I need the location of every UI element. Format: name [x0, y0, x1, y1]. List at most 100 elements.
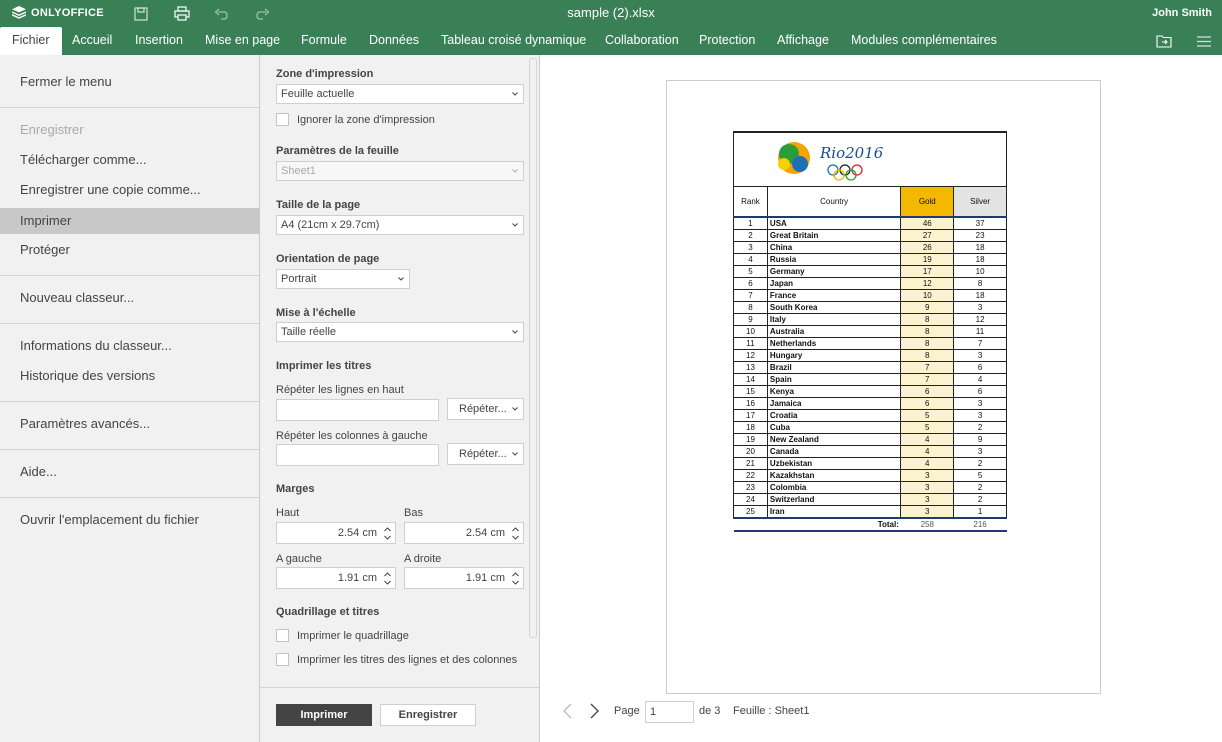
- rank-cell: 4: [733, 253, 768, 266]
- rank-cell: 3: [733, 241, 768, 254]
- hamburger-menu-icon[interactable]: [1195, 33, 1213, 49]
- rank-cell: 12: [733, 349, 768, 362]
- margin-left-spinner[interactable]: 1.91 cm: [276, 567, 396, 589]
- gold-cell: 4: [900, 457, 955, 470]
- logo-row: Rio2016: [733, 131, 1007, 187]
- tab-formula[interactable]: Formule: [289, 27, 359, 55]
- country-cell: South Korea: [766, 301, 902, 314]
- tab-collaboration[interactable]: Collaboration: [593, 27, 691, 55]
- settings-scrollbar[interactable]: [529, 58, 537, 638]
- table-row: 3 China 26 18: [733, 241, 1007, 254]
- gold-cell: 8: [900, 325, 955, 338]
- tab-plugins[interactable]: Modules complémentaires: [839, 27, 1009, 55]
- gold-header: Gold: [900, 185, 955, 218]
- print-range-select[interactable]: Feuille actuelle: [276, 84, 524, 104]
- tab-home[interactable]: Accueil: [60, 27, 124, 55]
- checkbox-box[interactable]: [276, 113, 289, 126]
- tab-data[interactable]: Données: [357, 27, 431, 55]
- sheet-indicator: Feuille : Sheet1: [733, 705, 810, 717]
- table-row: 11 Netherlands 8 7: [733, 337, 1007, 350]
- prev-page-icon[interactable]: [562, 703, 574, 722]
- print-menu-item[interactable]: Imprimer: [0, 208, 259, 234]
- new-workbook-menu-item[interactable]: Nouveau classeur...: [0, 285, 259, 311]
- print-headings-checkbox[interactable]: Imprimer les titres des lignes et des co…: [276, 653, 517, 666]
- tab-pivot-table[interactable]: Tableau croisé dynamique: [429, 27, 598, 55]
- table-row: 18 Cuba 5 2: [733, 421, 1007, 434]
- user-name[interactable]: John Smith: [1152, 7, 1212, 19]
- spinner-arrows-icon[interactable]: [511, 570, 520, 587]
- margin-top-value: 2.54 cm: [337, 527, 377, 539]
- menu-divider: [0, 107, 259, 108]
- gold-cell: 46: [900, 216, 955, 230]
- table-row: 6 Japan 12 8: [733, 277, 1007, 290]
- country-cell: Germany: [766, 265, 902, 278]
- tab-view[interactable]: Affichage: [765, 27, 841, 55]
- silver-cell: 1: [953, 505, 1007, 519]
- margin-right-spinner[interactable]: 1.91 cm: [404, 567, 524, 589]
- checkbox-box[interactable]: [276, 653, 289, 666]
- silver-cell: 3: [953, 445, 1007, 458]
- ignore-print-range-checkbox[interactable]: Ignorer la zone d'impression: [276, 113, 435, 126]
- tab-protection[interactable]: Protection: [687, 27, 767, 55]
- medal-header-row: Rank Country Gold Silver: [733, 185, 1007, 218]
- country-cell: Australia: [766, 325, 902, 338]
- repeat-rows-button[interactable]: Répéter...: [447, 398, 524, 420]
- rio-2016-logo: Rio2016: [778, 142, 884, 181]
- repeat-cols-input[interactable]: [276, 444, 439, 466]
- table-row: 17 Croatia 5 3: [733, 409, 1007, 422]
- table-row: 25 Iran 3 1: [733, 505, 1007, 519]
- table-row: 9 Italy 8 12: [733, 313, 1007, 326]
- print-gridlines-checkbox[interactable]: Imprimer le quadrillage: [276, 629, 409, 642]
- country-cell: Brazil: [766, 361, 902, 374]
- silver-cell: 4: [953, 373, 1007, 386]
- gold-cell: 10: [900, 289, 955, 302]
- gold-cell: 8: [900, 313, 955, 326]
- save-pdf-button[interactable]: Enregistrer: [380, 704, 476, 726]
- repeat-cols-button[interactable]: Répéter...: [447, 443, 524, 465]
- version-history-menu-item[interactable]: Historique des versions: [0, 363, 259, 389]
- page-number-input[interactable]: 1: [645, 701, 694, 723]
- tab-insert[interactable]: Insertion: [123, 27, 195, 55]
- tab-file[interactable]: Fichier: [0, 27, 62, 55]
- country-cell: Colombia: [766, 481, 902, 494]
- country-cell: Kenya: [766, 385, 902, 398]
- spinner-arrows-icon[interactable]: [383, 525, 392, 542]
- next-page-icon[interactable]: [588, 703, 600, 722]
- rank-cell: 17: [733, 409, 768, 422]
- help-menu-item[interactable]: Aide...: [0, 459, 259, 485]
- advanced-settings-menu-item[interactable]: Paramètres avancés...: [0, 411, 259, 437]
- rank-cell: 22: [733, 469, 768, 482]
- country-cell: Switzerland: [766, 493, 902, 506]
- rank-cell: 14: [733, 373, 768, 386]
- save-copy-as-menu-item[interactable]: Enregistrer une copie comme...: [0, 177, 259, 203]
- checkbox-box[interactable]: [276, 629, 289, 642]
- table-row: 14 Spain 7 4: [733, 373, 1007, 386]
- margins-heading: Marges: [276, 483, 315, 495]
- rank-cell: 16: [733, 397, 768, 410]
- page-label: Page: [614, 705, 640, 717]
- tab-layout[interactable]: Mise en page: [193, 27, 292, 55]
- close-menu-item[interactable]: Fermer le menu: [0, 69, 259, 95]
- protect-menu-item[interactable]: Protéger: [0, 237, 259, 263]
- repeat-cols-button-label: Répéter...: [459, 448, 507, 460]
- spinner-arrows-icon[interactable]: [383, 570, 392, 587]
- gold-cell: 7: [900, 361, 955, 374]
- open-location-icon[interactable]: [1155, 33, 1173, 49]
- page-size-select[interactable]: A4 (21cm x 29.7cm): [276, 215, 524, 235]
- margin-bottom-spinner[interactable]: 2.54 cm: [404, 522, 524, 544]
- ignore-print-range-label: Ignorer la zone d'impression: [297, 113, 435, 126]
- scaling-select[interactable]: Taille réelle: [276, 322, 524, 342]
- rank-cell: 1: [733, 216, 768, 230]
- repeat-rows-input[interactable]: [276, 399, 439, 421]
- open-file-location-menu-item[interactable]: Ouvrir l'emplacement du fichier: [0, 507, 259, 533]
- print-button[interactable]: Imprimer: [276, 704, 372, 726]
- gold-cell: 12: [900, 277, 955, 290]
- spinner-arrows-icon[interactable]: [511, 525, 520, 542]
- rank-cell: 13: [733, 361, 768, 374]
- download-as-menu-item[interactable]: Télécharger comme...: [0, 147, 259, 173]
- orientation-select[interactable]: Portrait: [276, 269, 410, 289]
- country-cell: Uzbekistan: [766, 457, 902, 470]
- workbook-info-menu-item[interactable]: Informations du classeur...: [0, 333, 259, 359]
- chevron-down-icon: [512, 223, 518, 227]
- margin-top-spinner[interactable]: 2.54 cm: [276, 522, 396, 544]
